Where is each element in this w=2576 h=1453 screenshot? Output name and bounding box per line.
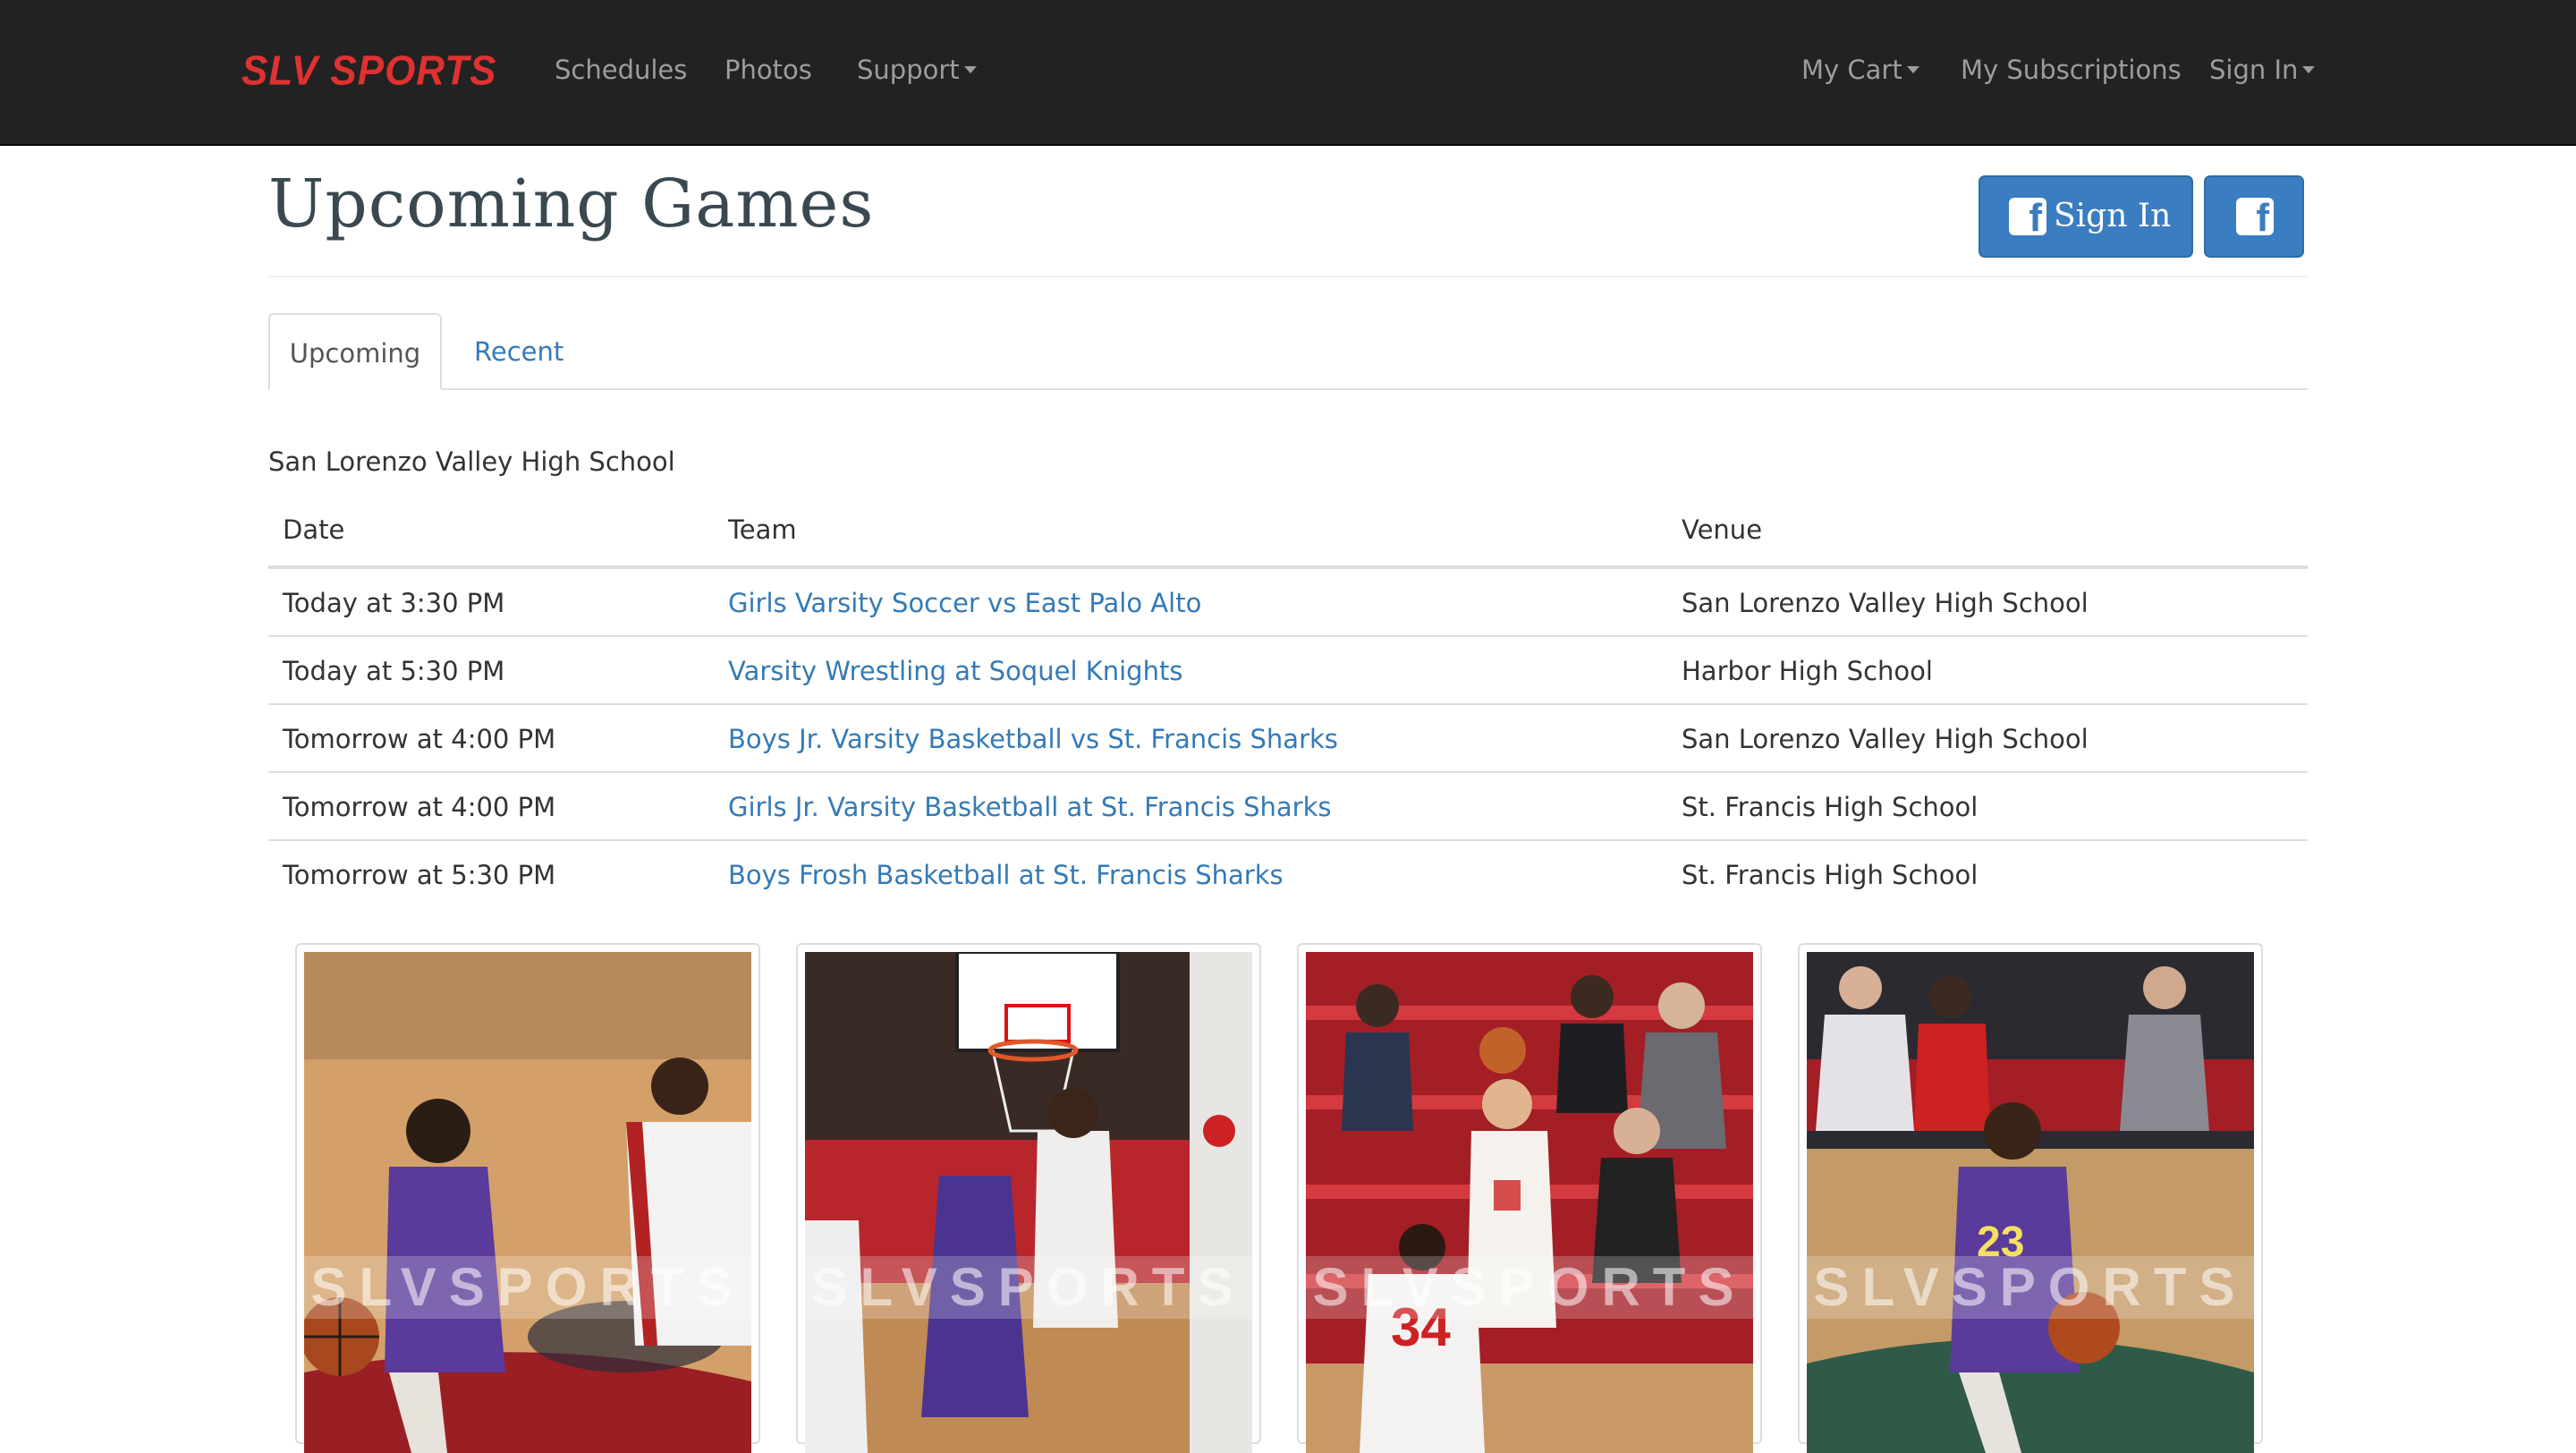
nav-support-label: Support: [857, 55, 960, 85]
game-date: Tomorrow at 4:00 PM: [283, 792, 556, 822]
nav-my-subscriptions[interactable]: My Subscriptions: [1961, 47, 2182, 93]
nav-support-dropdown[interactable]: Support: [857, 47, 977, 93]
tab-upcoming[interactable]: Upcoming: [268, 313, 442, 390]
facebook-icon: f: [2009, 198, 2046, 238]
game-team-link[interactable]: Girls Jr. Varsity Basketball at St. Fran…: [728, 787, 1331, 827]
game-venue: San Lorenzo Valley High School: [1682, 724, 2089, 754]
game-date: Tomorrow at 5:30 PM: [283, 860, 556, 890]
nav-my-cart-label: My Cart: [1801, 55, 1902, 85]
header-divider: [268, 276, 2308, 277]
photo-watermark: SLVSPORTS: [304, 1256, 751, 1319]
top-navbar: SLV SPORTS Schedules Photos Support My C…: [0, 0, 2576, 146]
column-header-venue: Venue: [1682, 514, 1763, 545]
facebook-button[interactable]: f: [2204, 175, 2304, 258]
brand-logo[interactable]: SLV SPORTS: [242, 44, 497, 100]
photo-watermark: SLVSPORTS: [1306, 1256, 1753, 1319]
photo-watermark: SLVSPORTS: [1807, 1256, 2254, 1319]
table-row: Tomorrow at 4:00 PM Boys Jr. Varsity Bas…: [268, 705, 2308, 773]
nav-sign-in-dropdown[interactable]: Sign In: [2209, 47, 2316, 93]
photo-image: 23: [1807, 952, 2254, 1453]
basketball-photo: 34 SLVSPORTS: [1306, 952, 1753, 1453]
game-date: Tomorrow at 4:00 PM: [283, 724, 556, 754]
column-header-date: Date: [283, 514, 345, 545]
photo-thumbnail[interactable]: SLVSPORTS: [796, 943, 1261, 1453]
photo-watermark: SLVSPORTS: [805, 1256, 1252, 1319]
game-team-link[interactable]: Girls Varsity Soccer vs East Palo Alto: [728, 583, 1201, 623]
caret-down-icon: [963, 66, 977, 73]
photo-image: [805, 952, 1252, 1453]
nav-my-cart-dropdown[interactable]: My Cart: [1801, 47, 1919, 93]
photo-thumbnail[interactable]: 34 SLVSPORTS: [1297, 943, 1762, 1453]
game-venue: San Lorenzo Valley High School: [1682, 588, 2089, 618]
game-team-link[interactable]: Varsity Wrestling at Soquel Knights: [728, 651, 1182, 691]
game-venue: St. Francis High School: [1682, 860, 1979, 890]
photo-image: 34: [1306, 952, 1753, 1453]
column-header-team: Team: [728, 514, 797, 545]
game-team-link[interactable]: Boys Frosh Basketball at St. Francis Sha…: [728, 855, 1284, 895]
caret-down-icon: [1906, 66, 1919, 73]
facebook-sign-in-label: Sign In: [2054, 198, 2172, 234]
photo-thumbnail[interactable]: 23 SLVSPORTS: [1798, 943, 2263, 1453]
school-name: San Lorenzo Valley High School: [268, 446, 675, 477]
table-row: Tomorrow at 4:00 PM Girls Jr. Varsity Ba…: [268, 773, 2308, 841]
table-row: Today at 5:30 PM Varsity Wrestling at So…: [268, 637, 2308, 705]
game-venue: St. Francis High School: [1682, 792, 1979, 822]
facebook-icon: f: [2236, 198, 2274, 238]
table-row: Tomorrow at 5:30 PM Boys Frosh Basketbal…: [268, 841, 2308, 909]
basketball-photo: SLVSPORTS: [304, 952, 751, 1453]
photo-image: [304, 952, 751, 1453]
basketball-photo: 23 SLVSPORTS: [1807, 952, 2254, 1453]
tabs-divider: [268, 388, 2308, 390]
basketball-photo: SLVSPORTS: [805, 952, 1252, 1453]
tab-recent[interactable]: Recent: [474, 313, 564, 390]
facebook-sign-in-button[interactable]: f Sign In: [1979, 175, 2193, 258]
game-venue: Harbor High School: [1682, 656, 1933, 686]
game-date: Today at 3:30 PM: [283, 588, 505, 618]
nav-sign-in-label: Sign In: [2209, 55, 2299, 85]
page-title: Upcoming Games: [268, 166, 875, 242]
photo-thumbnail[interactable]: SLVSPORTS: [295, 943, 760, 1453]
nav-photos[interactable]: Photos: [724, 47, 812, 93]
game-team-link[interactable]: Boys Jr. Varsity Basketball vs St. Franc…: [728, 719, 1338, 759]
game-date: Today at 5:30 PM: [283, 656, 505, 686]
caret-down-icon: [2302, 66, 2316, 73]
table-row: Today at 3:30 PM Girls Varsity Soccer vs…: [268, 569, 2308, 637]
nav-schedules[interactable]: Schedules: [555, 47, 687, 93]
